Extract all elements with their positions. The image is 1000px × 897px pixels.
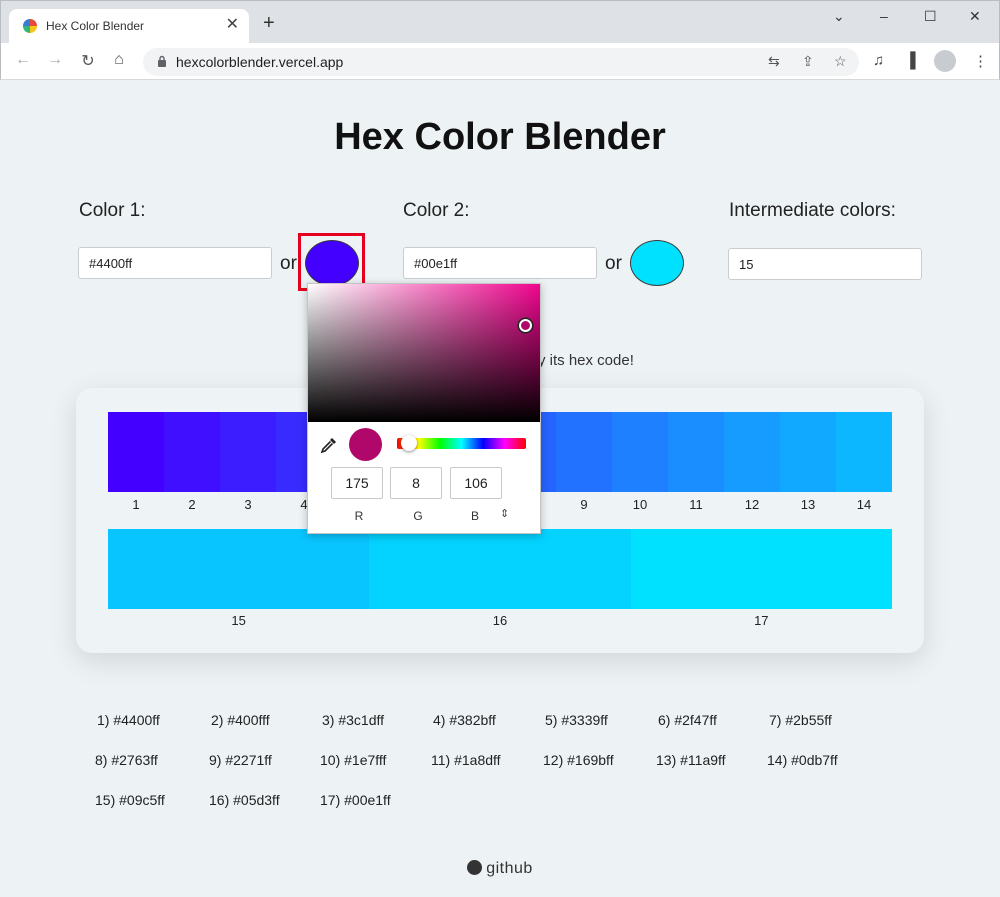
blend-swatch-number: 10 [632, 497, 648, 512]
color1-hex-input[interactable] [78, 247, 272, 279]
green-value-input[interactable]: 8 [390, 467, 442, 499]
color1-label: Color 1: [79, 200, 146, 221]
hex-code-item[interactable]: 11) #1a8dff [431, 752, 501, 768]
home-icon[interactable]: ⌂ [109, 51, 129, 69]
profile-avatar-icon[interactable] [934, 50, 956, 72]
hue-slider-handle[interactable] [401, 435, 417, 451]
blend-swatch[interactable]: 9 [556, 412, 612, 512]
translate-icon[interactable]: ⇆ [768, 53, 780, 70]
blend-swatch-number: 9 [580, 497, 588, 512]
tab-title: Hex Color Blender [46, 19, 145, 33]
hex-code-item[interactable]: 10) #1e7fff [320, 752, 386, 768]
hex-code-item[interactable]: 15) #09c5ff [95, 792, 165, 808]
blend-swatch-number: 1 [132, 497, 140, 512]
blue-label: B [470, 509, 479, 523]
blend-swatch[interactable]: 3 [220, 412, 276, 512]
color2-hex-input[interactable] [403, 247, 597, 279]
color2-label: Color 2: [403, 200, 470, 221]
copy-hint-text: y its hex code! [538, 352, 634, 369]
saturation-handle[interactable] [519, 319, 532, 332]
github-icon [467, 860, 483, 875]
intermediate-colors-input[interactable] [728, 248, 922, 280]
saturation-value-area[interactable] [308, 284, 540, 422]
blend-row-2: 15 16 17 [108, 529, 892, 628]
hex-code-item[interactable]: 2) #400fff [211, 712, 270, 728]
blend-swatch-number: 14 [856, 497, 872, 512]
back-arrow-icon[interactable]: ← [13, 51, 33, 69]
hex-code-item[interactable]: 5) #3339ff [545, 712, 608, 728]
browser-toolbar: ← → ↻ ⌂ hexcolorblender.vercel.app ⇆ ⇪ ☆… [0, 43, 1000, 80]
media-control-icon[interactable]: ♫ [873, 52, 884, 69]
github-link[interactable]: github [0, 860, 1000, 878]
bookmark-star-icon[interactable]: ☆ [834, 53, 847, 70]
blend-swatch[interactable]: 2 [164, 412, 220, 512]
blend-swatch[interactable]: 12 [724, 412, 780, 512]
color2-swatch-picker[interactable] [630, 240, 684, 286]
blend-swatch[interactable]: 16 [369, 529, 631, 628]
blend-swatch[interactable]: 10 [612, 412, 668, 512]
url-text: hexcolorblender.vercel.app [176, 54, 344, 70]
blend-swatch[interactable]: 13 [780, 412, 836, 512]
hex-code-item[interactable]: 16) #05d3ff [209, 792, 280, 808]
blend-swatch-number: 17 [754, 613, 769, 628]
blend-swatch[interactable]: 17 [630, 529, 892, 628]
or-text-2: or [605, 253, 622, 274]
close-window-button[interactable]: ✕ [969, 8, 981, 25]
blend-swatch-number: 11 [689, 497, 703, 512]
minimize-button[interactable]: – [880, 8, 888, 24]
blend-swatch-number: 15 [231, 613, 246, 628]
color-mode-toggle-icon[interactable]: ⇕ [500, 507, 509, 520]
or-text: or [280, 253, 297, 274]
blend-swatch-number: 16 [492, 613, 508, 628]
hex-code-item[interactable]: 7) #2b55ff [769, 712, 832, 728]
page-title: Hex Color Blender [334, 116, 666, 158]
hex-code-item[interactable]: 17) #00e1ff [320, 792, 391, 808]
red-value-input[interactable]: 175 [331, 467, 383, 499]
tab-search-icon[interactable]: ⌄ [833, 8, 845, 25]
blue-value-input[interactable]: 106 [450, 467, 502, 499]
blend-swatch-number: 3 [244, 497, 252, 512]
picked-color-preview [349, 428, 382, 461]
blend-swatch-number: 13 [800, 497, 816, 512]
browser-tab[interactable]: Hex Color Blender ✕ [9, 9, 249, 44]
blend-swatch[interactable]: 11 [668, 412, 724, 512]
new-tab-button[interactable]: + [263, 13, 275, 33]
red-label: R [354, 509, 364, 523]
eyedropper-icon[interactable] [320, 436, 338, 454]
lock-icon [158, 55, 166, 67]
green-label: G [413, 509, 423, 523]
github-label: github [486, 860, 533, 877]
blend-swatch-number: 12 [744, 497, 760, 512]
chrome-menu-icon[interactable]: ⋮ [973, 52, 988, 70]
reload-icon[interactable]: ↻ [78, 51, 98, 71]
color-picker-popup: 175 8 106 R G B ⇕ [307, 283, 541, 534]
site-favicon-icon [23, 19, 37, 33]
blend-swatch[interactable]: 15 [108, 529, 370, 628]
hex-code-item[interactable]: 1) #4400ff [97, 712, 160, 728]
blend-swatch[interactable]: 1 [108, 412, 164, 512]
intermediate-colors-label: Intermediate colors: [729, 200, 896, 221]
hex-code-item[interactable]: 6) #2f47ff [658, 712, 717, 728]
hex-code-item[interactable]: 4) #382bff [433, 712, 496, 728]
forward-arrow-icon[interactable]: → [45, 51, 65, 69]
side-panel-icon[interactable]: ▐ [905, 52, 916, 69]
hex-code-item[interactable]: 9) #2271ff [209, 752, 272, 768]
browser-tab-strip: Hex Color Blender ✕ + ⌄ – ☐ ✕ [0, 0, 1000, 44]
hex-code-item[interactable]: 3) #3c1dff [322, 712, 384, 728]
hex-code-item[interactable]: 12) #169bff [543, 752, 614, 768]
share-icon[interactable]: ⇪ [802, 53, 814, 70]
tab-close-icon[interactable]: ✕ [226, 17, 239, 33]
address-bar[interactable]: hexcolorblender.vercel.app ⇆ ⇪ ☆ [143, 48, 859, 76]
hex-code-item[interactable]: 8) #2763ff [95, 752, 158, 768]
hex-code-item[interactable]: 13) #11a9ff [656, 752, 726, 768]
blend-swatch-number: 2 [188, 497, 196, 512]
blend-swatch[interactable]: 14 [836, 412, 892, 512]
hex-code-item[interactable]: 14) #0db7ff [767, 752, 838, 768]
maximize-button[interactable]: ☐ [924, 8, 937, 25]
